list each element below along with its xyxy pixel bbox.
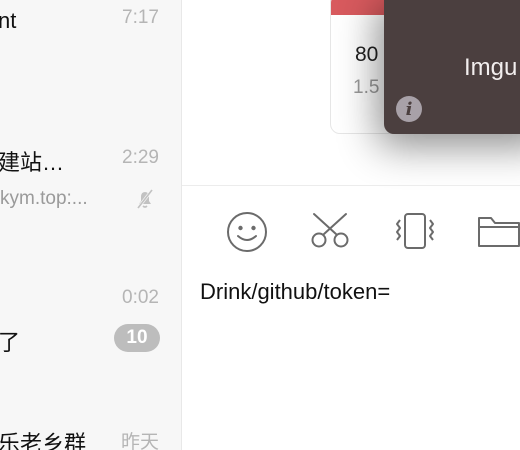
emoji-icon[interactable] — [225, 210, 269, 254]
chat-list-item[interactable]: 0:02 了 10 — [0, 275, 181, 370]
vibrate-icon[interactable] — [393, 210, 437, 254]
card-subtext: 1.5 — [353, 77, 380, 98]
chat-time: 昨天 — [120, 432, 159, 450]
unread-badge: 10 — [114, 324, 160, 352]
wechat-window: nt 7:17 建站… 2:29 kym.top:... 0:02 了 10 乐… — [0, 0, 520, 450]
link-preview-popup[interactable]: Imgu i — [384, 0, 520, 134]
message-input[interactable]: Drink/github/token= — [200, 279, 390, 305]
mute-bell-icon — [136, 189, 154, 209]
chat-list: nt 7:17 建站… 2:29 kym.top:... 0:02 了 10 乐… — [0, 0, 182, 450]
info-icon[interactable]: i — [396, 96, 422, 122]
chat-name: 了 — [0, 330, 21, 355]
scissors-icon[interactable] — [308, 210, 352, 254]
chat-name: 乐老乡群 — [0, 431, 87, 450]
chat-name: 建站… — [0, 150, 65, 175]
chat-time: 2:29 — [122, 147, 159, 168]
popup-title: Imgu — [464, 54, 518, 81]
chat-name: nt — [0, 8, 17, 33]
chat-list-item[interactable]: 建站… 2:29 kym.top:... — [0, 135, 181, 230]
chat-time: 0:02 — [122, 287, 159, 308]
chat-list-item[interactable]: nt 7:17 — [0, 0, 181, 95]
chat-time: 7:17 — [122, 7, 159, 28]
chat-preview: kym.top:... — [0, 188, 88, 209]
chat-list-item[interactable]: 乐老乡群 昨天 — [0, 410, 181, 450]
composer-divider — [182, 185, 520, 186]
card-number: 80 — [355, 43, 379, 66]
folder-icon[interactable] — [477, 210, 520, 254]
